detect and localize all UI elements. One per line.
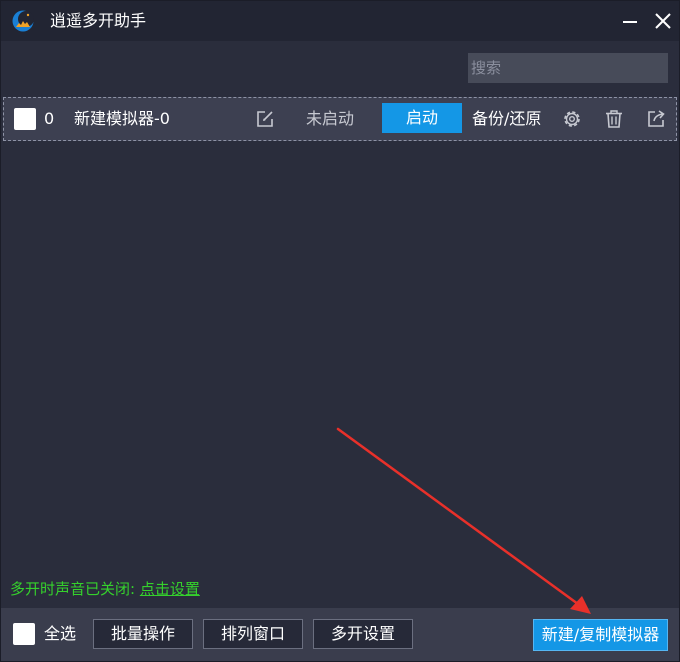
share-icon[interactable] (646, 109, 666, 129)
emulator-row[interactable]: 0 新建模拟器-0 未启动 启动 备份/还原 (3, 97, 677, 141)
emulator-index: 0 (44, 109, 55, 128)
emulator-status: 未启动 (306, 109, 355, 128)
minimize-icon[interactable] (618, 9, 642, 33)
moon-logo-icon (12, 10, 34, 32)
sound-notice: 多开时声音已关闭: 点击设置 (10, 578, 200, 600)
batch-operation-button[interactable]: 批量操作 (93, 619, 193, 649)
close-icon[interactable] (651, 9, 675, 33)
start-button[interactable]: 启动 (382, 103, 462, 133)
search-input[interactable] (468, 53, 668, 83)
title-bar: 逍遥多开助手 (1, 1, 679, 41)
select-all-label: 全选 (44, 624, 77, 643)
footer-toolbar: 全选 批量操作 排列窗口 多开设置 新建/复制模拟器 (1, 608, 679, 661)
new-copy-emulator-button[interactable]: 新建/复制模拟器 (533, 619, 668, 651)
multi-instance-settings-button[interactable]: 多开设置 (313, 619, 413, 649)
select-all-checkbox[interactable] (13, 623, 35, 645)
arrange-windows-button[interactable]: 排列窗口 (203, 619, 303, 649)
sound-notice-text: 多开时声音已关闭: (10, 580, 140, 598)
emulator-checkbox[interactable] (14, 108, 36, 130)
trash-icon[interactable] (604, 109, 624, 129)
app-title: 逍遥多开助手 (50, 11, 147, 30)
sound-settings-link[interactable]: 点击设置 (140, 580, 200, 598)
emulator-name: 新建模拟器-0 (74, 109, 170, 128)
gear-icon[interactable] (562, 109, 582, 129)
backup-restore-link[interactable]: 备份/还原 (472, 108, 541, 130)
edit-icon[interactable] (256, 110, 274, 128)
app-window: 逍遥多开助手 0 新建模拟器-0 未启动 启动 备份/还原 (0, 0, 680, 662)
